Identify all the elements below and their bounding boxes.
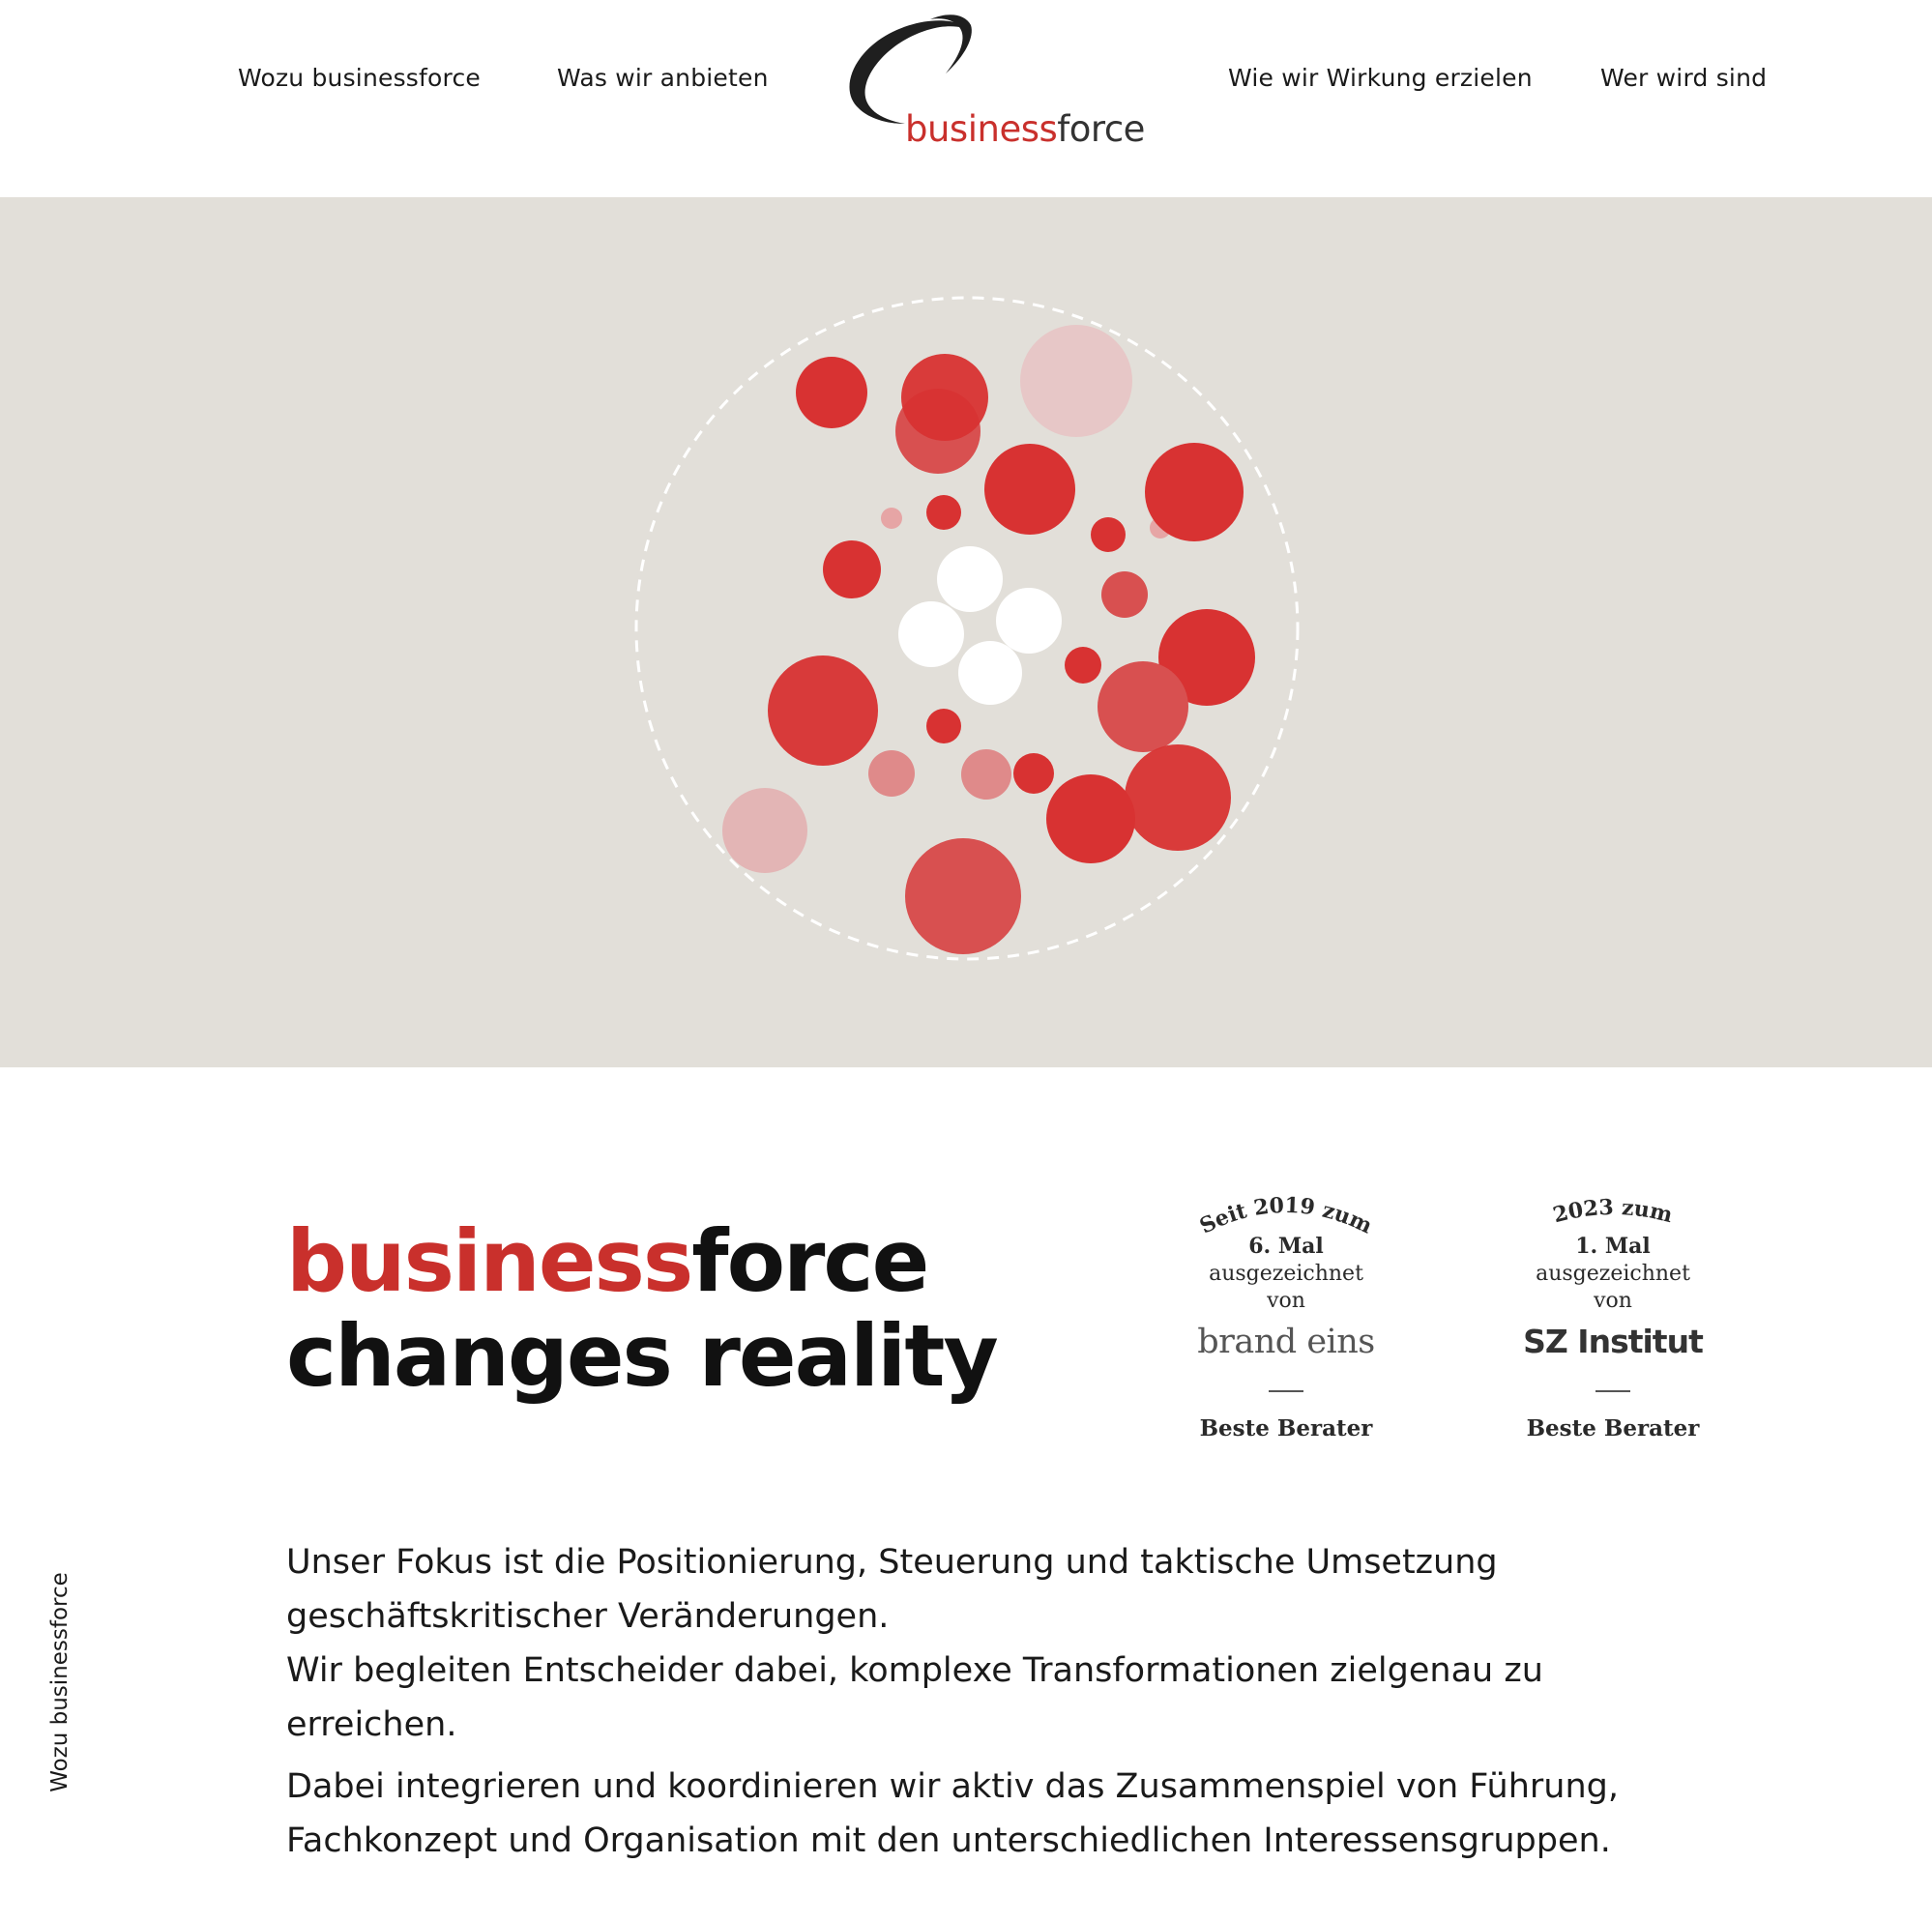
award-divider: [1269, 1390, 1303, 1392]
side-section-label[interactable]: Wozu businessforce: [47, 1572, 73, 1792]
nav-wie-wir-wirkung-erzielen[interactable]: Wie wir Wirkung erzielen: [1228, 64, 1533, 92]
businessforce-logo[interactable]: businessforce: [834, 10, 1153, 155]
page-headline: businessforce changes reality: [286, 1211, 999, 1406]
svg-text:Seit 2019 zum: Seit 2019 zum: [1196, 1193, 1376, 1234]
award-divider: [1595, 1390, 1630, 1392]
intro-paragraph-2: Dabei integrieren und koordinieren wir a…: [286, 1767, 1619, 1860]
svg-text:2023 zum: 2023 zum: [1550, 1195, 1675, 1228]
nav-wer-wird-sind[interactable]: Wer wird sind: [1600, 64, 1767, 92]
logo-wordmark: businessforce: [905, 108, 1145, 150]
nav-wozu-businessforce[interactable]: Wozu businessforce: [238, 64, 481, 92]
sz-institut-logo: SZ Institut: [1523, 1323, 1704, 1360]
nav-was-wir-anbieten[interactable]: Was wir anbieten: [557, 64, 769, 92]
site-header: Wozu businessforce Was wir anbieten busi…: [0, 0, 1932, 197]
hero-banner: [0, 197, 1932, 1067]
intro-paragraph-1: Unser Fokus ist die Positionierung, Steu…: [286, 1543, 1543, 1744]
award-arc-text: 2023 zum: [1550, 1195, 1675, 1228]
hero-dots-graphic: [634, 296, 1300, 961]
award-brand-eins: Seit 2019 zum 6. Mal ausgezeichnet von br…: [1160, 1176, 1412, 1466]
award-arc-text: Seit 2019 zum: [1196, 1193, 1376, 1234]
award-sz-institut: 2023 zum 1. Mal ausgezeichnet von SZ Inst…: [1487, 1176, 1739, 1466]
brand-eins-logo: brand eins: [1197, 1323, 1375, 1361]
intro-text: Unser Fokus ist die Positionierung, Steu…: [286, 1535, 1698, 1868]
